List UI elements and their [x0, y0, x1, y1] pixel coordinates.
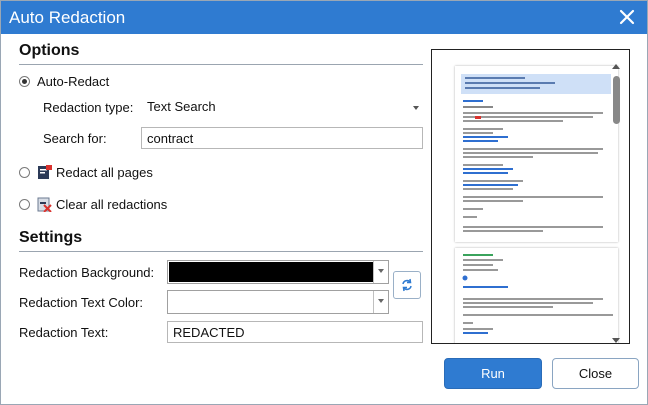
dialog-title: Auto Redaction	[9, 8, 126, 27]
redaction-background-label: Redaction Background:	[19, 265, 155, 280]
redaction-text-color-swatch	[169, 292, 373, 312]
swap-colors-icon	[400, 278, 414, 295]
clear-all-redactions-radio-dot[interactable]	[19, 198, 30, 210]
settings-divider	[19, 251, 423, 252]
redaction-type-label: Redaction type:	[43, 100, 134, 115]
preview-page-2	[455, 248, 618, 343]
redaction-text-label: Redaction Text:	[19, 325, 109, 340]
auto-redact-radio-dot[interactable]	[19, 75, 30, 87]
search-for-input[interactable]	[141, 127, 423, 149]
redaction-background-picker[interactable]	[167, 260, 389, 284]
scroll-thumb[interactable]	[613, 76, 620, 124]
redaction-type-select[interactable]: Text Search	[141, 96, 423, 118]
clear-all-redactions-radio[interactable]: Clear all redactions	[19, 194, 167, 214]
chevron-down-icon[interactable]	[373, 291, 388, 313]
redact-all-pages-radio[interactable]: Redact all pages	[19, 162, 153, 182]
auto-redact-radio[interactable]: Auto-Redact	[19, 71, 109, 91]
scroll-up-icon[interactable]	[612, 64, 620, 69]
clear-all-redactions-label: Clear all redactions	[56, 196, 168, 212]
redaction-text-color-picker[interactable]	[167, 290, 389, 314]
auto-redact-label: Auto-Redact	[37, 73, 110, 89]
document-preview[interactable]	[431, 49, 630, 344]
auto-redaction-dialog: Auto Redaction Options Auto-Redact Redac…	[0, 0, 648, 405]
options-divider	[19, 64, 423, 65]
preview-page-1	[455, 66, 618, 242]
redaction-type-value: Text Search	[147, 99, 216, 114]
run-button[interactable]: Run	[444, 358, 542, 389]
chevron-down-icon	[413, 106, 419, 110]
redact-all-pages-label: Redact all pages	[56, 164, 153, 180]
redact-all-pages-radio-dot[interactable]	[19, 166, 30, 178]
options-heading: Options	[19, 42, 80, 59]
redaction-background-swatch	[169, 262, 373, 282]
swap-colors-button[interactable]	[393, 271, 421, 299]
search-for-label: Search for:	[43, 131, 107, 146]
scroll-down-icon[interactable]	[612, 338, 620, 343]
clear-redactions-icon	[37, 197, 52, 213]
settings-heading: Settings	[19, 229, 83, 246]
options-panel: Options Auto-Redact Redaction type: Text…	[11, 39, 425, 343]
redact-pages-icon	[37, 164, 52, 180]
title-bar: Auto Redaction	[1, 1, 647, 34]
chevron-down-icon[interactable]	[373, 261, 388, 283]
close-icon[interactable]	[615, 5, 639, 29]
redaction-text-color-label: Redaction Text Color:	[19, 295, 144, 310]
close-button[interactable]: Close	[552, 358, 639, 389]
redaction-text-input[interactable]	[167, 321, 423, 343]
preview-scrollbar[interactable]	[611, 64, 621, 343]
